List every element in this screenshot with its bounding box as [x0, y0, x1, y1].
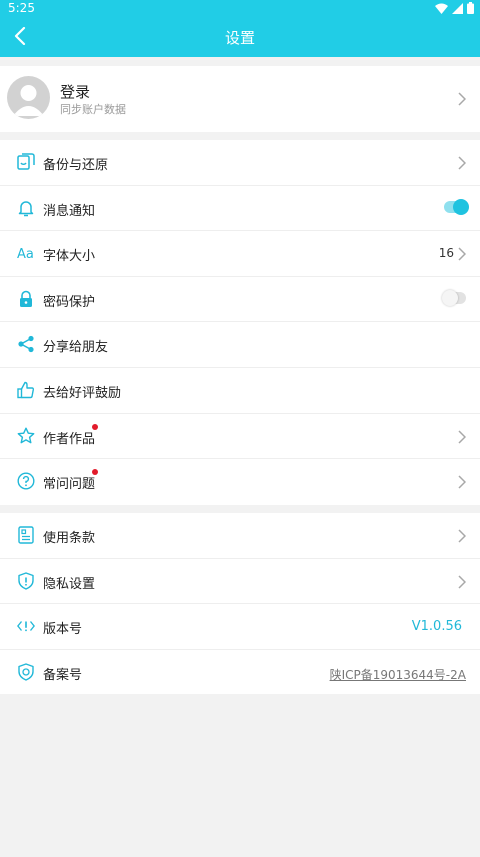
chevron-right-icon — [458, 475, 466, 489]
backup-icon — [17, 153, 35, 171]
settings-group-about: 使用条款 隐私设置 版本号 V1.0.56 备案号 陕ICP备19013644号… — [0, 513, 480, 694]
font-size-item[interactable]: Aa 字体大小 16 — [0, 231, 480, 277]
chevron-right-icon — [458, 247, 466, 261]
share-icon — [17, 335, 35, 353]
avatar — [7, 76, 50, 119]
status-bar: 5:25 — [0, 0, 480, 16]
login-label: 登录 — [60, 83, 91, 101]
version-value: V1.0.56 — [411, 619, 462, 635]
battery-icon — [467, 2, 474, 14]
lock-icon — [17, 290, 35, 308]
chevron-right-icon — [458, 529, 466, 543]
question-icon — [17, 472, 35, 490]
bell-icon — [17, 199, 35, 217]
nav-bar: 设置 — [0, 16, 480, 57]
backup-restore-label: 备份与还原 — [43, 158, 109, 173]
chevron-right-icon — [458, 156, 466, 170]
profile-card[interactable]: 登录 同步账户数据 — [0, 66, 480, 132]
toggle-knob — [453, 198, 469, 215]
settings-group-main: 备份与还原 消息通知 Aa 字体大小 16 密码保护 分享给朋友 去给好评鼓励 — [0, 140, 480, 505]
document-icon — [17, 526, 35, 544]
notification-item: 消息通知 — [0, 186, 480, 232]
chevron-right-icon — [458, 430, 466, 444]
faq-badge — [92, 469, 98, 476]
share-item[interactable]: 分享给朋友 — [0, 322, 480, 368]
author-works-item[interactable]: 作者作品 — [0, 414, 480, 460]
version-item: 版本号 V1.0.56 — [0, 604, 480, 650]
rate-label: 去给好评鼓励 — [43, 385, 122, 401]
chevron-right-icon — [458, 92, 466, 106]
record-icon — [17, 663, 35, 681]
version-icon — [17, 617, 35, 635]
record-number-link[interactable]: 陕ICP备19013644号-2A — [330, 666, 466, 683]
page-title: 设置 — [224, 29, 255, 47]
faq-label: 常问问题 — [43, 477, 96, 493]
version-label: 版本号 — [43, 622, 83, 638]
faq-item[interactable]: 常问问题 — [0, 459, 480, 505]
wifi-icon — [435, 3, 448, 14]
backup-restore-item[interactable]: 备份与还原 — [0, 140, 480, 186]
status-icons — [435, 2, 474, 14]
notification-label: 消息通知 — [43, 203, 96, 219]
svg-text:Aa: Aa — [17, 247, 34, 262]
record-label: 备案号 — [43, 667, 83, 683]
shield-icon — [17, 571, 35, 590]
rate-item[interactable]: 去给好评鼓励 — [0, 368, 480, 414]
avatar-placeholder-icon — [13, 85, 44, 116]
privacy-item[interactable]: 隐私设置 — [0, 559, 480, 605]
font-size-value: 16 — [438, 246, 454, 261]
record-item: 备案号 陕ICP备19013644号-2A — [0, 650, 480, 696]
thumb-up-icon — [17, 381, 35, 399]
chevron-right-icon — [458, 575, 466, 589]
author-works-badge — [92, 423, 98, 430]
sync-subtitle: 同步账户数据 — [60, 103, 126, 116]
password-protect-item: 密码保护 — [0, 277, 480, 323]
font-size-icon: Aa — [17, 244, 35, 262]
password-protect-label: 密码保护 — [43, 294, 96, 310]
top-bar: 5:25 设置 — [0, 0, 480, 57]
toggle-knob — [442, 289, 458, 306]
privacy-label: 隐私设置 — [43, 576, 96, 592]
author-works-label: 作者作品 — [43, 431, 96, 447]
star-icon — [17, 427, 35, 445]
font-size-label: 字体大小 — [43, 249, 96, 265]
terms-label: 使用条款 — [43, 531, 96, 546]
signal-icon — [452, 2, 463, 14]
password-toggle[interactable] — [442, 289, 466, 306]
notification-toggle[interactable] — [444, 198, 469, 215]
terms-item[interactable]: 使用条款 — [0, 513, 480, 559]
share-label: 分享给朋友 — [43, 340, 109, 356]
status-time: 5:25 — [8, 1, 35, 15]
